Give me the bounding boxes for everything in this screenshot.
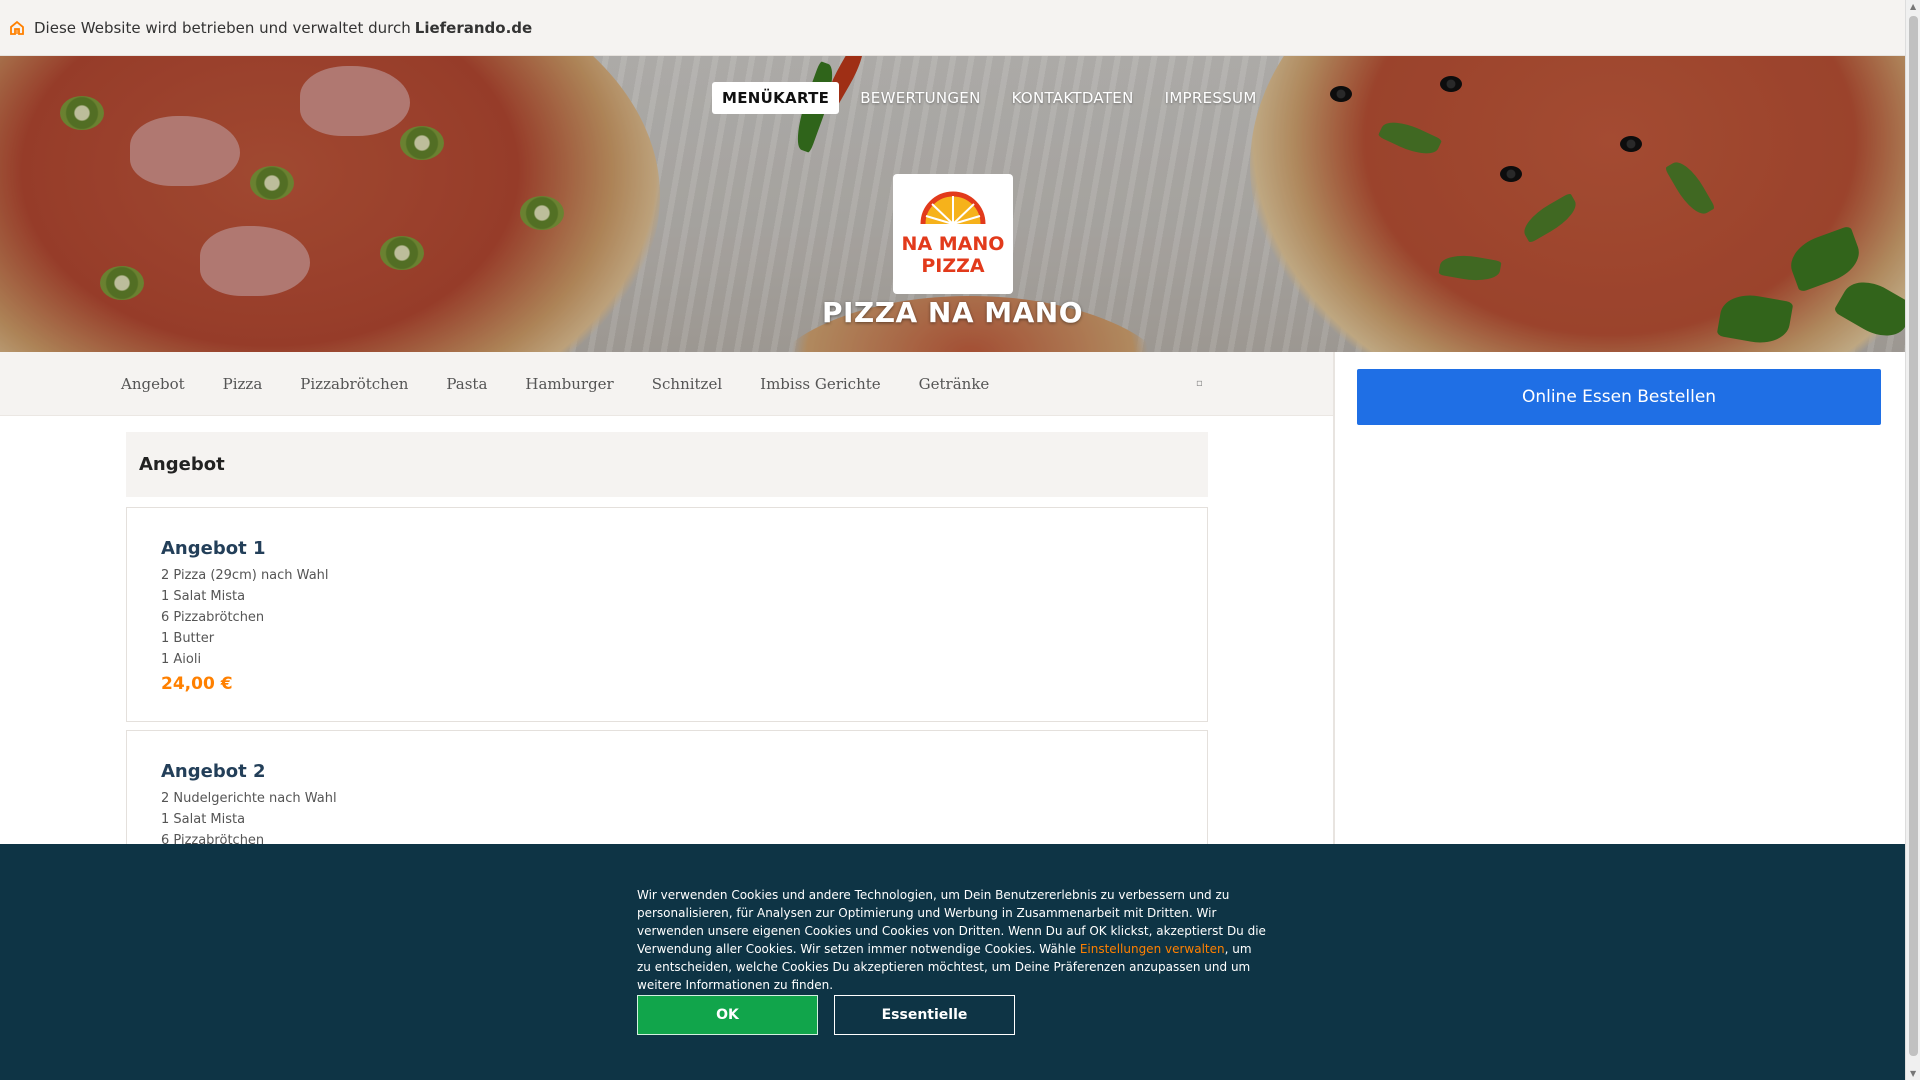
menu-item-line: 1 Butter <box>161 631 215 646</box>
category-imbiss-gerichte[interactable]: Imbiss Gerichte <box>760 375 881 393</box>
restaurant-name: PIZZA NA MANO <box>821 296 1084 329</box>
nav-bewertungen[interactable]: BEWERTUNGEN <box>850 82 990 114</box>
menu-item-title: Angebot 2 <box>161 761 266 782</box>
category-bar: Angebot Pizza Pizzabrötchen Pasta Hambur… <box>0 352 1333 416</box>
pizza-slice-logo-icon: NA MANO PIZZA <box>902 191 1005 277</box>
home-icon <box>9 20 25 36</box>
category-pizzabroetchen[interactable]: Pizzabrötchen <box>300 375 408 393</box>
cookie-banner: Wir verwenden Cookies und andere Technol… <box>0 844 1905 1080</box>
menu-item-line: 1 Salat Mista <box>161 589 246 604</box>
logo-text-line1: NA MANO <box>902 233 1005 255</box>
menu-item-line: 2 Nudelgerichte nach Wahl <box>161 791 337 806</box>
section-title: Angebot <box>126 432 1208 497</box>
operator-brand[interactable]: Lieferando.de <box>415 19 532 37</box>
scroll-up-arrow-icon[interactable]: ▲ <box>1910 2 1916 11</box>
sidebar-divider <box>1333 352 1335 844</box>
logo-text-line2: PIZZA <box>921 255 985 277</box>
category-hamburger[interactable]: Hamburger <box>525 375 613 393</box>
menu-item-line: 1 Salat Mista <box>161 812 246 827</box>
menu-item-line: 2 Pizza (29cm) nach Wahl <box>161 568 329 583</box>
category-angebot[interactable]: Angebot <box>121 375 185 393</box>
nav-impressum[interactable]: IMPRESSUM <box>1155 82 1267 114</box>
restaurant-logo: NA MANO PIZZA <box>893 174 1013 294</box>
operator-text: Diese Website wird betrieben und verwalt… <box>34 18 411 37</box>
category-getraenke[interactable]: Getränke <box>919 375 990 393</box>
cookie-essential-button[interactable]: Essentielle <box>834 995 1015 1035</box>
cookie-settings-link[interactable]: Einstellungen verwalten <box>1080 942 1225 956</box>
scrollbar-thumb[interactable] <box>1909 16 1918 1056</box>
nav-menukarte[interactable]: MENÜKARTE <box>712 82 840 114</box>
menu-item-line: 6 Pizzabrötchen <box>161 610 265 625</box>
category-pasta[interactable]: Pasta <box>446 375 487 393</box>
cookie-ok-button[interactable]: OK <box>637 995 818 1035</box>
more-categories-icon[interactable]: ▫ <box>1196 378 1203 389</box>
operator-bar: Diese Website wird betrieben und verwalt… <box>0 0 1905 56</box>
order-online-button[interactable]: Online Essen Bestellen <box>1357 369 1881 425</box>
menu-item-card[interactable]: Angebot 1 2 Pizza (29cm) nach Wahl 1 Sal… <box>126 507 1208 722</box>
category-list: Angebot Pizza Pizzabrötchen Pasta Hambur… <box>0 375 989 393</box>
nav-kontaktdaten[interactable]: KONTAKTDATEN <box>1002 82 1144 114</box>
category-pizza[interactable]: Pizza <box>223 375 263 393</box>
menu-item-price: 24,00 € <box>161 674 233 694</box>
scroll-down-arrow-icon[interactable]: ▼ <box>1910 1069 1916 1078</box>
main-nav: MENÜKARTE BEWERTUNGEN KONTAKTDATEN IMPRE… <box>712 82 1267 114</box>
page-scrollbar[interactable]: ▲ ▼ <box>1905 0 1920 1080</box>
menu-item-title: Angebot 1 <box>161 538 266 559</box>
category-schnitzel[interactable]: Schnitzel <box>652 375 722 393</box>
cookie-text: Wir verwenden Cookies und andere Technol… <box>637 886 1269 994</box>
menu-item-line: 1 Aioli <box>161 652 202 667</box>
